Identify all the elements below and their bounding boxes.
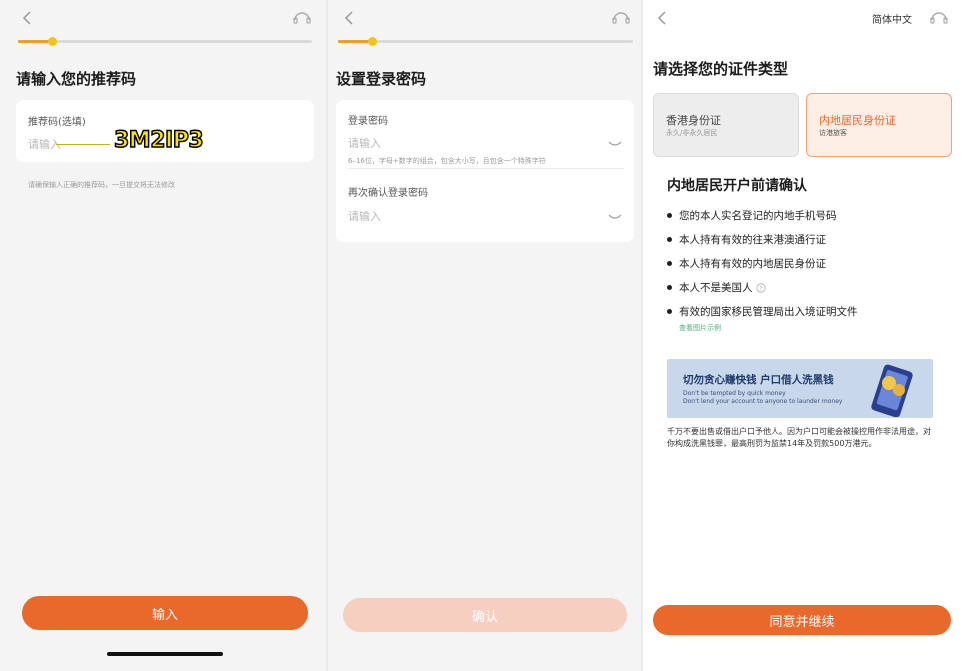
progress-dot bbox=[48, 37, 57, 46]
page-title: 请选择您的证件类型 bbox=[653, 60, 789, 78]
back-arrow-icon[interactable] bbox=[653, 8, 673, 28]
page-title: 请输入您的推荐码 bbox=[16, 70, 137, 88]
banner-line-2: Don't lend your account to anyone to lau… bbox=[683, 398, 843, 405]
option-mainland-id[interactable]: 内地居民身份证 访港旅客 bbox=[806, 93, 952, 157]
option-title: 香港身份证 bbox=[666, 114, 721, 127]
confirm-heading: 内地居民开户前请确认 bbox=[667, 178, 807, 194]
annotation-pointer bbox=[56, 144, 110, 145]
eye-closed-icon[interactable] bbox=[608, 213, 622, 221]
option-title: 内地居民身份证 bbox=[819, 114, 896, 127]
option-subtitle: 永久/非永久居民 bbox=[666, 129, 718, 137]
progress-fill bbox=[338, 40, 372, 43]
banner-line-1: Don't be tempted by quick money bbox=[683, 390, 786, 397]
customer-service-icon[interactable] bbox=[928, 7, 950, 29]
agree-continue-button[interactable]: 同意并继续 bbox=[653, 605, 951, 635]
set-password-screen: 设置登录密码 登录密码 请输入 6–16位，字母+数字的组合，包含大小写，且包含… bbox=[328, 0, 641, 671]
confirm-button[interactable]: 确认 bbox=[343, 598, 627, 632]
password-hint: 6–16位，字母+数字的组合，包含大小写，且包含一个特殊字符 bbox=[348, 157, 546, 165]
password-form: 登录密码 请输入 6–16位，字母+数字的组合，包含大小写，且包含一个特殊字符 … bbox=[336, 100, 634, 242]
home-indicator bbox=[107, 652, 223, 656]
referral-code-annotation: 3M2IP3 bbox=[113, 127, 204, 154]
customer-service-icon[interactable] bbox=[610, 7, 632, 29]
hint-text: 请确保输入正确的推荐码，一旦提交将无法修改 bbox=[28, 181, 175, 189]
progress-dot bbox=[368, 37, 377, 46]
banner-headline: 切勿贪心赚快钱 户口借人洗黑钱 bbox=[683, 374, 834, 386]
password-input[interactable]: 请输入 bbox=[348, 135, 381, 151]
svg-text:?: ? bbox=[759, 285, 762, 292]
field-label: 推荐码(选填) bbox=[28, 117, 86, 128]
help-icon[interactable]: ? bbox=[755, 282, 766, 293]
page-title: 设置登录密码 bbox=[336, 70, 427, 88]
view-example-link[interactable]: 查看图片示例 bbox=[679, 323, 721, 333]
password-label: 登录密码 bbox=[348, 116, 388, 127]
anti-money-laundering-banner: 切勿贪心赚快钱 户口借人洗黑钱 Don't be tempted by quic… bbox=[667, 359, 933, 418]
referral-code-screen: 请输入您的推荐码 推荐码(选填) 请输入 3M2IP3 请确保输入正确的推荐码，… bbox=[0, 0, 326, 671]
requirement-item: 您的本人实名登记的内地手机号码 bbox=[667, 208, 837, 223]
warning-text: 千万不要出售或借出户口予他人。因为户口可能会被操控用作非法用途，对你构成洗黑钱罪… bbox=[667, 427, 931, 448]
id-type-screen: 简体中文 请选择您的证件类型 香港身份证 永久/非永久居民 内地居民身份证 访港… bbox=[643, 0, 964, 671]
divider bbox=[348, 168, 624, 169]
back-arrow-icon[interactable] bbox=[340, 8, 360, 28]
back-arrow-icon[interactable] bbox=[18, 8, 38, 28]
requirement-item: 本人持有有效的往来港澳通行证 bbox=[667, 232, 826, 247]
eye-closed-icon[interactable] bbox=[608, 140, 622, 148]
progress-bar bbox=[18, 37, 312, 46]
requirement-item: 有效的国家移民管理局出入境证明文件 bbox=[667, 304, 858, 319]
phone-illustration-icon bbox=[871, 364, 913, 417]
requirement-item: 本人持有有效的内地居民身份证 bbox=[667, 256, 826, 271]
option-hk-id[interactable]: 香港身份证 永久/非永久居民 bbox=[653, 93, 799, 157]
customer-service-icon[interactable] bbox=[291, 7, 313, 29]
confirm-password-label: 再次确认登录密码 bbox=[348, 188, 428, 199]
progress-bar bbox=[338, 37, 633, 46]
requirement-item: 本人不是美国人 ? bbox=[667, 280, 766, 295]
option-subtitle: 访港旅客 bbox=[819, 129, 847, 137]
language-selector[interactable]: 简体中文 bbox=[872, 11, 912, 26]
progress-fill bbox=[18, 40, 52, 43]
confirm-password-input[interactable]: 请输入 bbox=[348, 208, 381, 224]
submit-button[interactable]: 输入 bbox=[22, 596, 308, 630]
